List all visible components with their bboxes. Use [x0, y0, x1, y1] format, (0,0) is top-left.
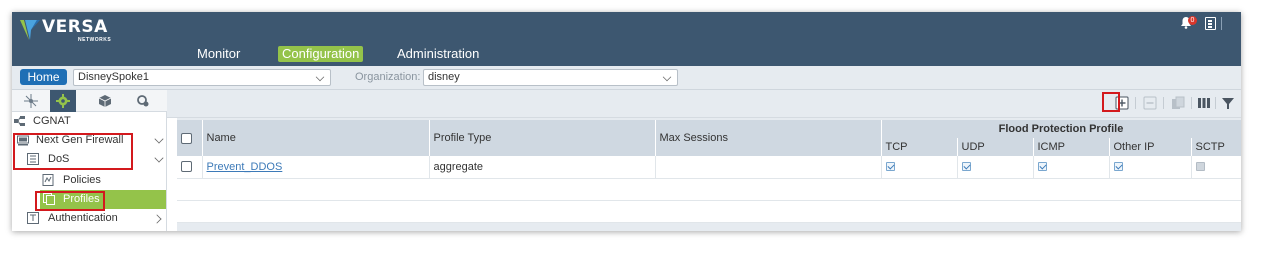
column-header-name[interactable]: Name	[202, 120, 430, 156]
column-header-tcp[interactable]: TCP	[881, 138, 958, 156]
sidebar-item-label: Next Gen Firewall	[36, 134, 124, 146]
notification-badge: 0	[1188, 16, 1197, 25]
appliance-select-value: DisneySpoke1	[78, 71, 149, 83]
row-checkbox[interactable]	[181, 161, 192, 173]
column-header-profile-type[interactable]: Profile Type	[429, 120, 656, 156]
brand-subtitle: NETWORKS	[78, 37, 112, 43]
remove-icon[interactable]	[1143, 96, 1157, 110]
clone-icon[interactable]	[1171, 96, 1185, 110]
tab-network[interactable]	[18, 90, 44, 112]
sidebar-item-profiles[interactable]: Profiles	[40, 190, 166, 209]
tab-objects[interactable]	[92, 90, 118, 112]
sidebar-item-policies[interactable]: Policies	[12, 171, 167, 190]
network-icon	[24, 94, 38, 108]
dos-icon	[27, 153, 39, 165]
tab-settings[interactable]	[130, 90, 156, 112]
policies-icon	[42, 174, 54, 186]
sidebar-item-cgnat[interactable]: CGNAT	[12, 112, 167, 131]
filter-icon[interactable]	[1221, 96, 1235, 110]
other-ip-cell	[1109, 156, 1192, 179]
tab-configuration[interactable]	[50, 90, 76, 112]
max-sessions-cell	[655, 156, 882, 179]
icmp-cell	[1033, 156, 1110, 179]
firewall-icon	[17, 135, 29, 146]
settings-icon	[137, 95, 149, 107]
gear-icon	[56, 94, 70, 108]
tcp-cell	[881, 156, 958, 179]
columns-icon[interactable]	[1197, 96, 1211, 110]
sidebar-item-label: Authentication	[48, 212, 118, 224]
empty-cell	[177, 200, 1241, 223]
profile-name-link[interactable]: Prevent_DDOS	[207, 161, 283, 173]
grid-container: Name Profile Type Max Sessions Flood Pro…	[177, 118, 1241, 231]
toolbar-divider	[1215, 97, 1216, 109]
select-all-checkbox[interactable]	[181, 132, 192, 144]
toolbar-divider	[1135, 97, 1136, 109]
sidebar-item-authentication[interactable]: Authentication	[12, 209, 167, 228]
nav-monitor[interactable]: Monitor	[193, 46, 244, 62]
column-header-udp[interactable]: UDP	[957, 138, 1034, 156]
organization-select-value: disney	[428, 71, 460, 83]
toolbar-divider	[1163, 97, 1164, 109]
nav-administration[interactable]: Administration	[393, 46, 483, 62]
name-cell: Prevent_DDOS	[202, 156, 430, 179]
select-all-cell	[177, 120, 203, 156]
cgnat-icon	[14, 116, 25, 126]
authentication-icon	[27, 212, 39, 224]
nav-configuration[interactable]: Configuration	[278, 46, 364, 62]
icmp-enabled-icon	[1037, 162, 1047, 172]
context-bar: Home DisneySpoke1 Organization: disney	[12, 66, 1241, 90]
udp-enabled-icon	[961, 162, 971, 172]
profiles-table: Name Profile Type Max Sessions Flood Pro…	[177, 120, 1241, 223]
sidebar-item-label: Profiles	[63, 193, 100, 205]
sidebar-item-label: DoS	[48, 153, 70, 165]
versa-logo-icon	[20, 20, 40, 40]
column-group-flood-protection: Flood Protection Profile	[881, 120, 1241, 138]
column-header-max-sessions[interactable]: Max Sessions	[655, 120, 882, 156]
empty-row	[177, 178, 1241, 201]
organization-label: Organization:	[355, 71, 421, 83]
empty-cell	[177, 178, 1241, 201]
column-header-other-ip[interactable]: Other IP	[1109, 138, 1192, 156]
profile-type-cell: aggregate	[429, 156, 656, 179]
udp-cell	[957, 156, 1034, 179]
chevron-down-icon	[154, 153, 164, 163]
sidebar-item-label: CGNAT	[33, 115, 71, 127]
add-icon[interactable]	[1115, 96, 1129, 110]
sidebar-item-label: Policies	[63, 174, 101, 186]
sctp-cell	[1191, 156, 1241, 179]
grid-toolbar	[167, 90, 1241, 118]
report-icon[interactable]	[1205, 17, 1216, 30]
top-header: VERSA NETWORKS Monitor Configuration Adm…	[12, 12, 1241, 66]
versa-logo: VERSA NETWORKS	[18, 16, 138, 46]
organization-select[interactable]: disney	[423, 69, 678, 86]
chevron-down-icon	[662, 72, 672, 82]
empty-row	[177, 200, 1241, 223]
header-divider	[1221, 17, 1222, 30]
home-button[interactable]: Home	[20, 69, 67, 85]
sctp-disabled-icon	[1195, 162, 1205, 172]
brand-name: VERSA	[42, 17, 108, 37]
cube-icon	[98, 95, 112, 107]
app-window: VERSA NETWORKS Monitor Configuration Adm…	[12, 12, 1241, 231]
left-sidebar: CGNAT Next Gen Firewall DoS Policies Pro…	[12, 90, 167, 231]
appliance-select[interactable]: DisneySpoke1	[73, 69, 331, 86]
sidebar-tabs	[12, 90, 167, 112]
column-header-icmp[interactable]: ICMP	[1033, 138, 1110, 156]
chevron-down-icon	[154, 134, 164, 144]
sidebar-item-dos[interactable]: DoS	[12, 150, 167, 169]
profiles-icon	[43, 193, 55, 205]
sidebar-item-next-gen-firewall[interactable]: Next Gen Firewall	[12, 131, 167, 150]
other-ip-enabled-icon	[1113, 162, 1123, 172]
chevron-down-icon	[315, 72, 325, 82]
column-header-sctp[interactable]: SCTP	[1191, 138, 1241, 156]
row-select-cell	[177, 156, 203, 179]
table-row[interactable]: Prevent_DDOS aggregate	[177, 156, 1241, 179]
main-panel: Name Profile Type Max Sessions Flood Pro…	[167, 90, 1241, 231]
header-icons: 0	[1157, 16, 1227, 32]
chevron-right-icon	[152, 214, 162, 224]
toolbar-divider	[1191, 97, 1192, 109]
tcp-enabled-icon	[885, 162, 895, 172]
